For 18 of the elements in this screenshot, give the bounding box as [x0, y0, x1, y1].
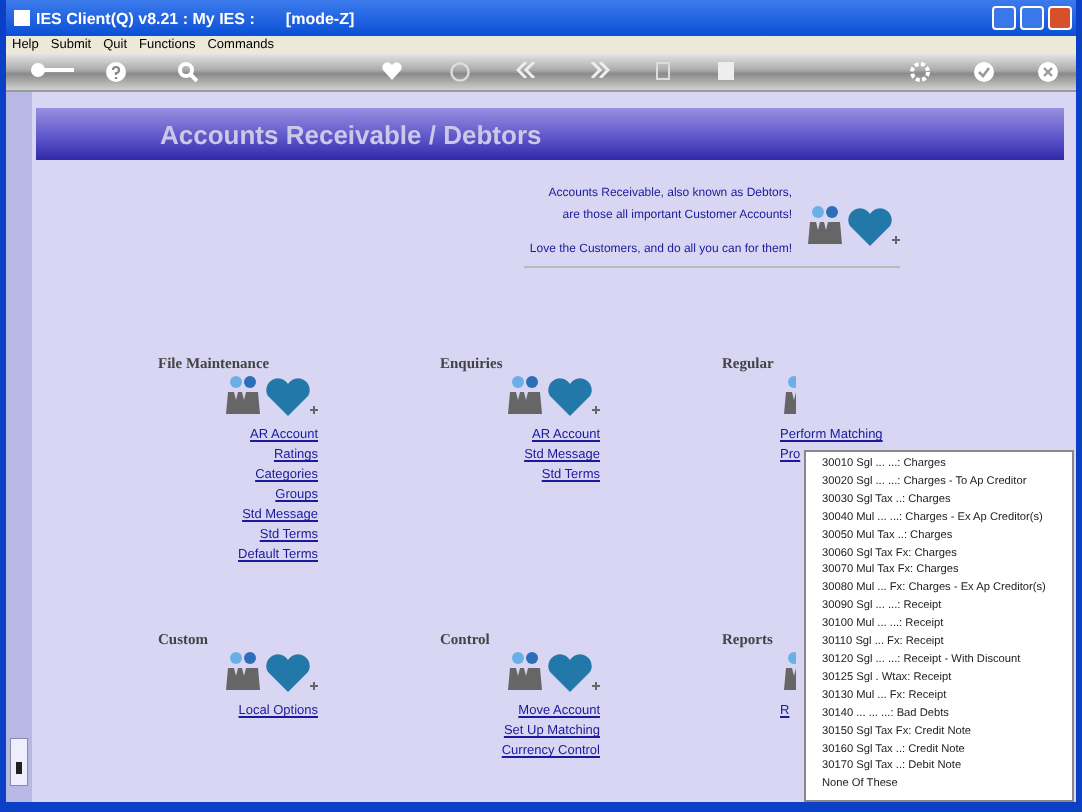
tab-icon[interactable]	[10, 738, 28, 786]
check-icon[interactable]	[974, 62, 994, 82]
app-icon	[14, 10, 30, 26]
maximize-button[interactable]	[1020, 6, 1044, 30]
key-icon[interactable]	[30, 62, 74, 78]
close-button[interactable]	[1048, 6, 1072, 30]
gear-icon[interactable]	[910, 62, 930, 82]
circle-icon[interactable]	[450, 62, 470, 82]
document-icon[interactable]	[656, 62, 670, 80]
minimize-button[interactable]	[992, 6, 1016, 30]
forward-icon[interactable]	[590, 62, 610, 78]
heart-icon[interactable]	[382, 62, 402, 80]
window-title: IES Client(Q) v8.21 : My IES : [mode-Z]	[36, 9, 355, 27]
close-icon[interactable]	[1038, 62, 1058, 82]
rewind-icon[interactable]	[516, 62, 536, 78]
search-icon[interactable]	[178, 62, 198, 82]
page-title: Accounts Receivable / Debtors	[160, 119, 542, 149]
help-icon[interactable]	[106, 62, 126, 82]
